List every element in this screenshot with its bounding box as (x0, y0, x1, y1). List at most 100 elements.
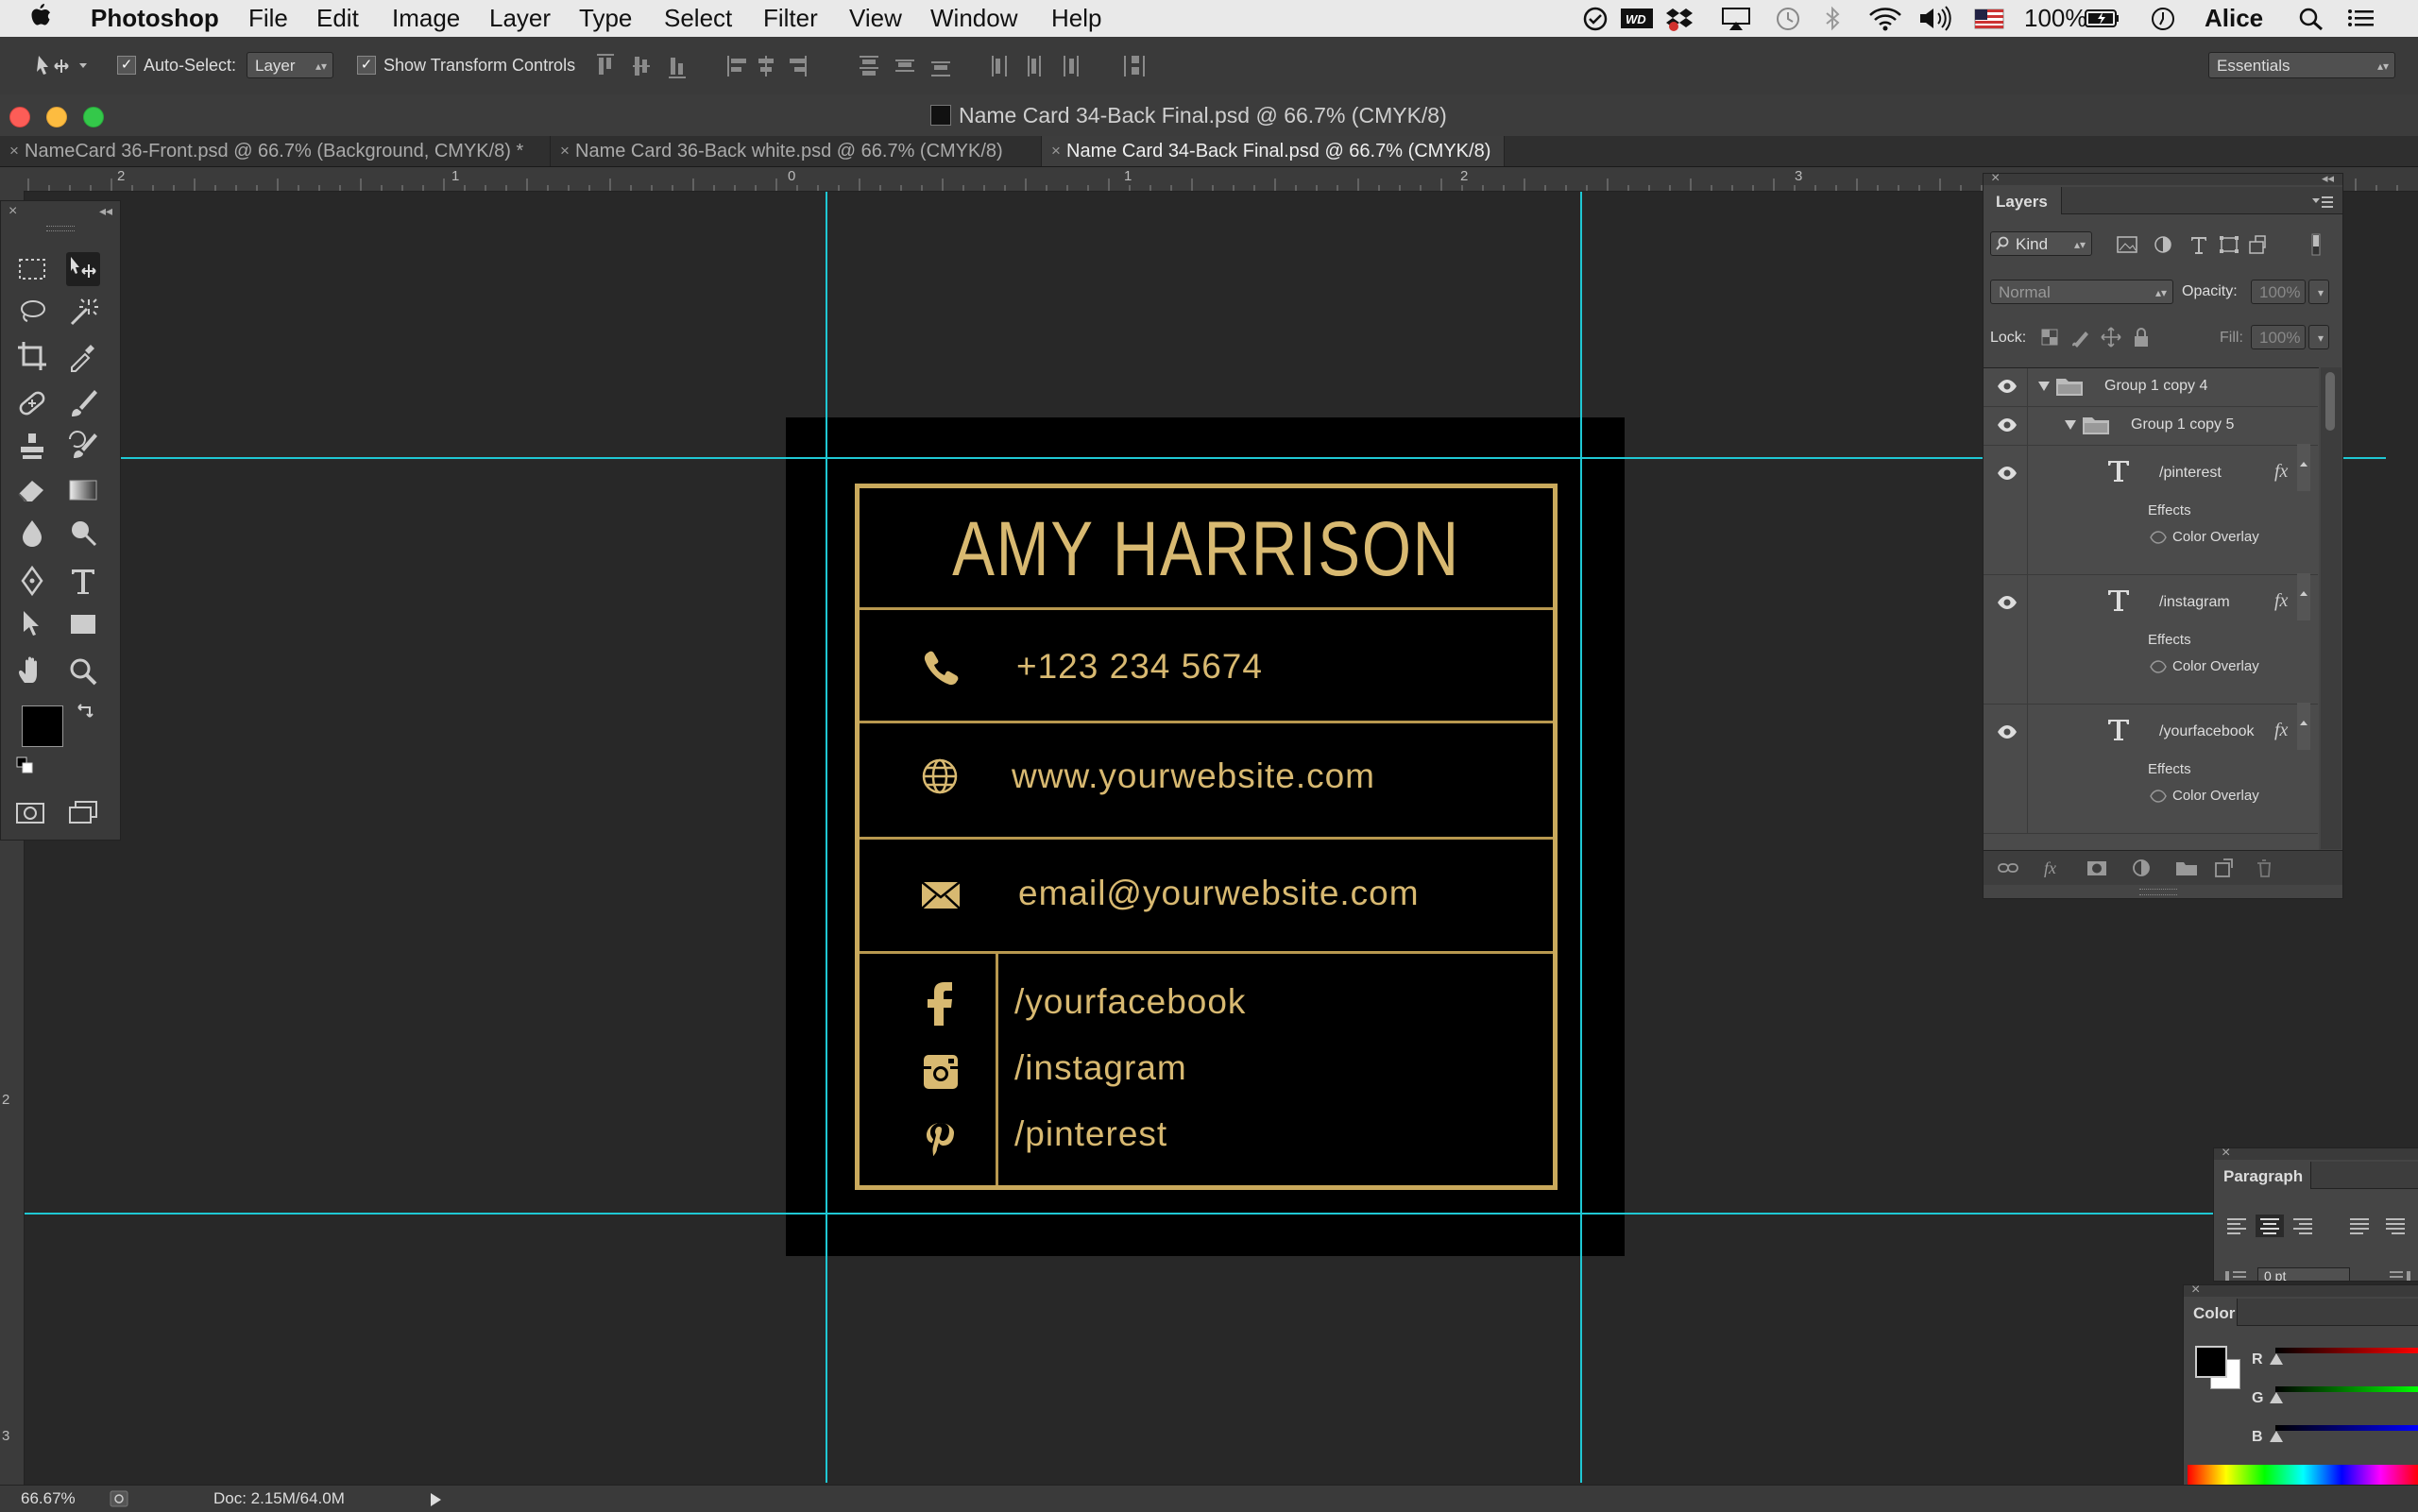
panel-menu-icon[interactable] (2310, 195, 2335, 210)
card-phone[interactable]: +123 234 5674 (1016, 647, 1263, 687)
default-colors-icon[interactable] (16, 756, 33, 773)
airplay-icon[interactable] (1721, 6, 1751, 31)
menu-help[interactable]: Help (1051, 0, 1101, 37)
auto-select-dropdown[interactable]: Layer ▴▾ (247, 52, 333, 78)
effects-collapse-icon[interactable] (2297, 444, 2310, 491)
card-instagram[interactable]: /instagram (1014, 1048, 1187, 1088)
menu-select[interactable]: Select (664, 0, 732, 37)
quick-mask-icon[interactable] (13, 796, 47, 830)
lock-buttons[interactable] (2040, 325, 2163, 349)
blur-tool-icon[interactable] (15, 517, 49, 551)
visibility-eye-icon[interactable] (1997, 417, 2018, 433)
visibility-eye-icon[interactable] (1997, 724, 2018, 739)
status-menu-arrow-icon[interactable] (429, 1492, 442, 1507)
share-image-icon[interactable] (110, 1490, 128, 1507)
collapse-panel-icon[interactable]: ◂◂ (2322, 171, 2334, 186)
screen-mode-icon[interactable] (66, 796, 100, 830)
pen-tool-icon[interactable] (15, 564, 49, 598)
show-transform-checkbox[interactable]: ✓ (357, 56, 376, 75)
clone-stamp-tool-icon[interactable] (15, 430, 49, 464)
expand-triangle-icon[interactable] (2065, 420, 2076, 430)
blend-mode-dropdown[interactable]: Normal ▴▾ (1990, 280, 2173, 304)
zoom-tool-icon[interactable] (66, 654, 100, 688)
effects-collapse-icon[interactable] (2297, 573, 2310, 620)
foreground-color-swatch[interactable] (2195, 1346, 2227, 1378)
tab-namecard-36-front[interactable]: × NameCard 36-Front.psd @ 66.7% (Backgrou… (0, 136, 551, 166)
fx-icon[interactable]: fx (2274, 590, 2288, 612)
history-brush-tool-icon[interactable] (66, 430, 100, 464)
us-flag-icon[interactable] (1974, 6, 2004, 31)
menu-view[interactable]: View (849, 0, 902, 37)
type-tool-icon[interactable] (66, 564, 100, 598)
collapse-panel-icon[interactable]: ◂◂ (99, 203, 112, 219)
fx-icon[interactable]: fx (2274, 461, 2288, 483)
channel-g-slider[interactable] (2275, 1386, 2418, 1392)
fill-field[interactable]: 100% (2251, 325, 2306, 349)
apple-icon[interactable] (30, 4, 51, 30)
effects-collapse-icon[interactable] (2297, 703, 2310, 750)
brush-tool-icon[interactable] (66, 386, 100, 420)
close-tab-icon[interactable]: × (1051, 136, 1061, 166)
channel-b-slider[interactable] (2275, 1425, 2418, 1431)
path-selection-tool-icon[interactable] (15, 607, 49, 641)
layer-filter-buttons[interactable] (2116, 232, 2324, 257)
visibility-eye-icon[interactable] (1997, 379, 2018, 394)
rectangle-tool-icon[interactable] (66, 607, 100, 641)
slider-thumb-icon[interactable] (2270, 1392, 2283, 1403)
distribute-buttons-group[interactable] (858, 52, 1179, 80)
eraser-tool-icon[interactable] (15, 473, 49, 507)
menu-edit[interactable]: Edit (316, 0, 359, 37)
magic-wand-tool-icon[interactable] (66, 296, 100, 330)
paragraph-align-buttons[interactable] (2223, 1215, 2418, 1237)
card-website[interactable]: www.yourwebsite.com (1012, 756, 1375, 796)
document-proxy-icon[interactable] (930, 105, 951, 126)
card-facebook[interactable]: /yourfacebook (1014, 982, 1246, 1022)
task-check-icon[interactable] (1582, 6, 1609, 31)
lasso-tool-icon[interactable] (15, 296, 49, 330)
visibility-eye-icon[interactable] (1997, 595, 2018, 610)
zoom-level[interactable]: 66.67% (21, 1489, 76, 1508)
panel-resize-grip[interactable] (2139, 889, 2177, 895)
wd-drive-icon[interactable]: WD (1620, 6, 1654, 31)
layers-action-buttons[interactable]: fx (1997, 858, 2318, 878)
minimize-window-button[interactable] (46, 107, 67, 127)
volume-icon[interactable] (1917, 6, 1955, 31)
card-name[interactable]: AMY HARRISON (922, 505, 1490, 594)
tab-namecard-34-back-final[interactable]: × Name Card 34-Back Final.psd @ 66.7% (CM… (1042, 136, 1505, 166)
notification-center-icon[interactable] (2346, 6, 2376, 31)
marquee-tool-icon[interactable] (15, 252, 49, 286)
menu-type[interactable]: Type (579, 0, 632, 37)
layers-scrollbar-thumb[interactable] (2325, 372, 2335, 431)
move-tool-icon[interactable] (66, 252, 100, 286)
menu-image[interactable]: Image (392, 0, 460, 37)
menu-filter[interactable]: Filter (763, 0, 818, 37)
battery-icon[interactable] (2084, 6, 2121, 31)
slider-thumb-icon[interactable] (2270, 1353, 2283, 1365)
move-tool-preset-icon[interactable] (36, 54, 89, 78)
menu-layer[interactable]: Layer (489, 0, 551, 37)
spotlight-search-icon[interactable] (2297, 6, 2325, 31)
menu-file[interactable]: File (248, 0, 288, 37)
align-buttons-group[interactable] (595, 52, 841, 80)
bluetooth-icon[interactable] (1823, 6, 1842, 31)
fill-dropdown-button[interactable]: ▾ (2308, 325, 2329, 349)
close-panel-icon[interactable]: × (2191, 1282, 2200, 1299)
guide-vertical[interactable] (1580, 192, 1582, 1483)
guide-vertical[interactable] (826, 192, 827, 1483)
effect-visibility-eye-icon[interactable] (2150, 790, 2167, 803)
close-tab-icon[interactable]: × (560, 136, 570, 166)
effect-visibility-eye-icon[interactable] (2150, 531, 2167, 544)
clock-icon[interactable] (2148, 6, 2178, 31)
tab-namecard-36-back-white[interactable]: × Name Card 36-Back white.psd @ 66.7% (CM… (551, 136, 1042, 166)
healing-brush-tool-icon[interactable] (15, 386, 49, 420)
time-machine-icon[interactable] (1774, 6, 1802, 31)
layers-scrollbar[interactable] (2321, 367, 2341, 849)
indent-left-field[interactable]: 0 pt (2257, 1267, 2350, 1281)
card-pinterest[interactable]: /pinterest (1014, 1114, 1167, 1154)
opacity-dropdown-button[interactable]: ▾ (2308, 280, 2329, 304)
close-window-button[interactable] (9, 107, 30, 127)
menu-app[interactable]: Photoshop (91, 0, 219, 37)
crop-tool-icon[interactable] (15, 339, 49, 373)
expand-triangle-icon[interactable] (2038, 382, 2050, 391)
user-name[interactable]: Alice (2205, 0, 2263, 37)
